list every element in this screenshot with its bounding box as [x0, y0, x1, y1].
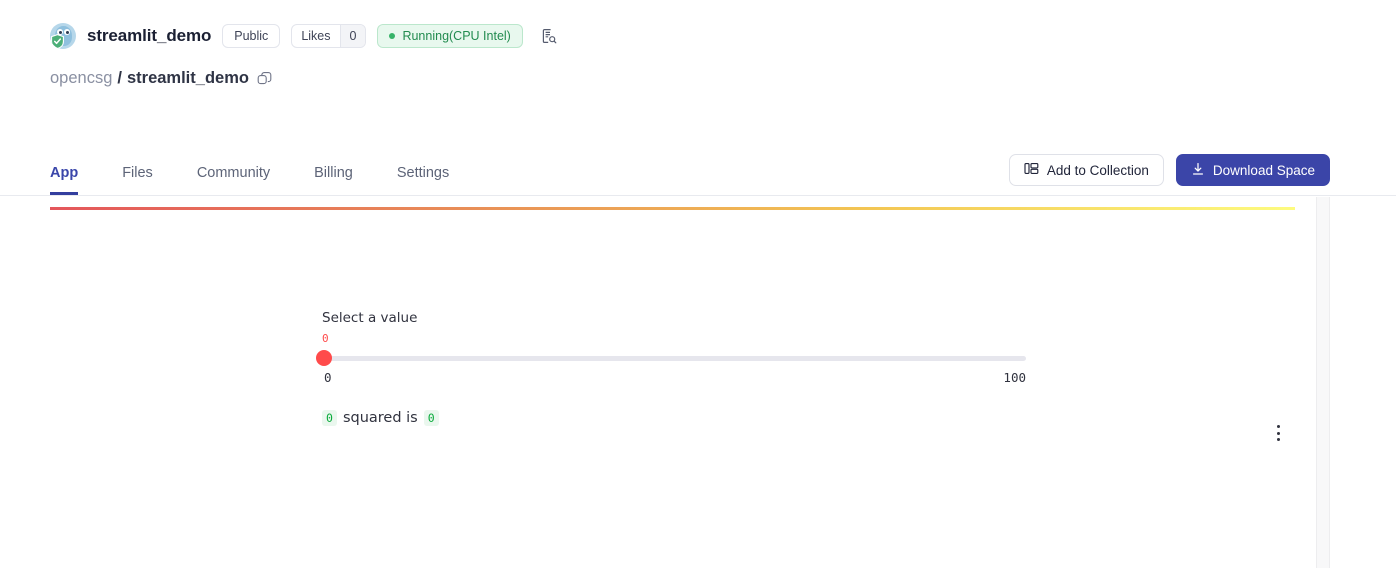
result-squared-value: 0 [424, 410, 439, 426]
likes-badge-label: Likes [292, 29, 339, 43]
tab-settings[interactable]: Settings [397, 165, 449, 195]
streamlit-app-frame: Select a value 0 0 100 0 squared is 0 [0, 197, 1396, 568]
status-badge-label: Running(CPU Intel) [402, 29, 510, 43]
avatar [50, 23, 76, 49]
likes-badge-count: 0 [340, 25, 366, 47]
kebab-dot-2 [1277, 432, 1280, 435]
result-input-value: 0 [322, 410, 337, 426]
app-scrollbar[interactable] [1316, 197, 1330, 568]
tab-app[interactable]: App [50, 165, 78, 195]
tab-billing-label: Billing [314, 165, 353, 181]
tab-billing[interactable]: Billing [314, 165, 353, 195]
tab-app-label: App [50, 165, 78, 181]
tab-community-label: Community [197, 165, 270, 181]
download-space-button[interactable]: Download Space [1176, 154, 1330, 186]
kebab-dot-1 [1277, 425, 1280, 428]
tab-community[interactable]: Community [197, 165, 270, 195]
slider-max-label: 100 [1003, 370, 1026, 385]
streamlit-content: Select a value 0 0 100 0 squared is 0 [322, 310, 1026, 426]
slider-current-value: 0 [322, 332, 329, 345]
download-icon [1191, 162, 1205, 179]
copy-icon[interactable] [257, 71, 272, 86]
page-title: streamlit_demo [87, 26, 211, 46]
slider-thumb[interactable] [316, 350, 332, 366]
title-row: streamlit_demo Public Likes 0 Running(CP… [50, 22, 1396, 50]
tab-actions: Add to Collection Download Space [1009, 154, 1330, 186]
kebab-dot-3 [1277, 438, 1280, 441]
page-header: streamlit_demo Public Likes 0 Running(CP… [0, 0, 1396, 88]
collection-icon [1024, 161, 1039, 179]
likes-badge[interactable]: Likes 0 [291, 24, 366, 48]
breadcrumb: opencsg / streamlit_demo [50, 69, 1396, 88]
slider[interactable]: 0 [322, 332, 1026, 370]
tab-files-label: Files [122, 165, 153, 181]
tab-list: App Files Community Billing Settings [50, 148, 493, 195]
breadcrumb-separator: / [112, 69, 127, 88]
verified-shield-icon [51, 34, 64, 49]
status-badge: Running(CPU Intel) [377, 24, 522, 48]
tab-bar: App Files Community Billing Settings [0, 148, 1396, 196]
result-label: squared is [343, 410, 418, 426]
space-page: streamlit_demo Public Likes 0 Running(CP… [0, 0, 1396, 568]
slider-track[interactable] [322, 356, 1026, 361]
slider-label: Select a value [322, 310, 1026, 326]
download-space-label: Download Space [1213, 163, 1315, 178]
breadcrumb-name[interactable]: streamlit_demo [127, 69, 249, 88]
slider-min-label: 0 [324, 370, 332, 385]
visibility-badge-label: Public [234, 29, 268, 43]
streamlit-gradient-bar [50, 207, 1295, 210]
visibility-badge: Public [222, 24, 280, 48]
avatar-pupil-right [66, 31, 69, 34]
kebab-menu-icon[interactable] [1270, 423, 1286, 443]
add-to-collection-label: Add to Collection [1047, 163, 1149, 178]
logs-search-icon[interactable] [538, 25, 560, 47]
result-text: 0 squared is 0 [322, 410, 1026, 426]
add-to-collection-button[interactable]: Add to Collection [1009, 154, 1164, 186]
tab-files[interactable]: Files [122, 165, 153, 195]
tab-settings-label: Settings [397, 165, 449, 181]
status-dot-icon [389, 33, 395, 39]
breadcrumb-owner[interactable]: opencsg [50, 69, 112, 88]
slider-range-labels: 0 100 [322, 370, 1026, 388]
